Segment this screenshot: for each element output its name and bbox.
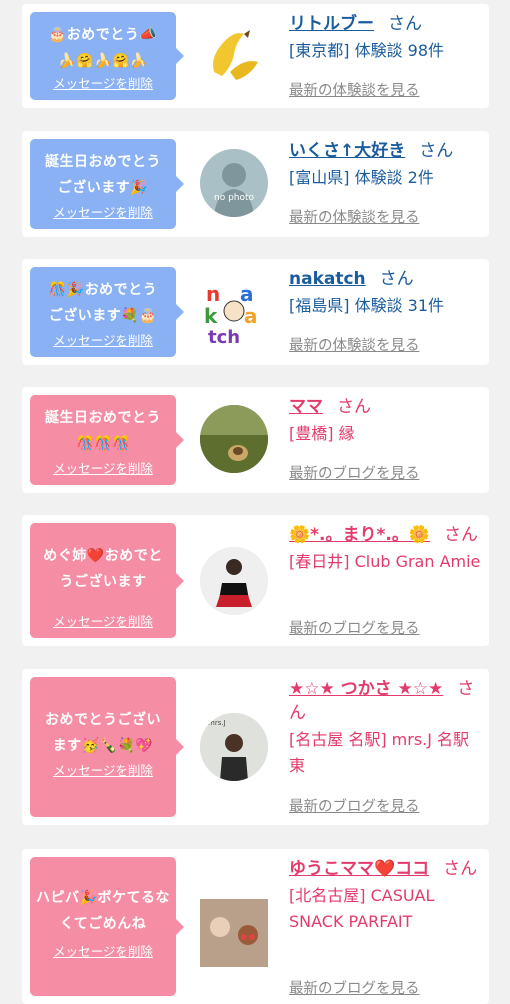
birthday-message: ハピバ🎉ボケてるな くてごめんね <box>36 890 170 932</box>
woman-photo <box>200 547 268 615</box>
grass-photo <box>200 405 268 473</box>
birthday-message: めぐ姉❤️おめでと うございます <box>43 548 163 590</box>
birthday-message: 誕生日おめでとう ございます🎉 <box>45 154 161 196</box>
no-photo-label: no photo <box>214 193 255 203</box>
member-detail: [北名古屋] CASUAL SNACK PARFAIT <box>289 886 435 931</box>
latest-post-link[interactable]: 最新のブログを見る <box>289 795 420 816</box>
honorific: さん <box>444 525 479 545</box>
member-name-link[interactable]: ママ <box>289 397 323 417</box>
latest-post-link[interactable]: 最新のブログを見る <box>289 462 420 483</box>
message-bubble: ハピバ🎉ボケてるな くてごめんね メッセージを削除 <box>30 857 184 996</box>
member-info: nakatch さん [福島県] 体験談 31件 <box>289 267 484 319</box>
member-info: ママ さん [豊橋] 縁 <box>289 395 484 447</box>
message-bubble: おめでとうござい ます🥳🍾💐💖 メッセージを削除 <box>30 677 184 817</box>
member-info: ★☆★ つかさ ★☆★ さん [名古屋 名駅] mrs.J 名駅東 <box>289 677 484 779</box>
member-name-link[interactable]: リトルブー <box>289 14 374 34</box>
member-name-link[interactable]: ゆうこママ❤️ココ <box>289 859 429 879</box>
birthday-message: 誕生日おめでとう 🎊🎊🎊 <box>45 410 161 452</box>
birthday-message: おめでとうござい ます🥳🍾💐💖 <box>45 712 161 754</box>
delete-message-link[interactable]: メッセージを削除 <box>30 202 176 221</box>
delete-message-link[interactable]: メッセージを削除 <box>30 458 176 477</box>
member-name-link[interactable]: nakatch <box>289 269 366 289</box>
nakatch-logo: n a k a tch <box>204 282 258 345</box>
banana-icon <box>213 30 258 80</box>
svg-text:n: n <box>206 282 220 306</box>
no-photo-avatar <box>214 163 254 217</box>
svg-text:a: a <box>240 282 254 306</box>
member-card: 🎂おめでとう📣 🍌🤗🍌🤗🍌 メッセージを削除 リトルブー さん [東京都] 体験談… <box>22 4 489 108</box>
avatar[interactable]: n a k a tch <box>200 277 268 345</box>
honorific: さん <box>388 14 422 34</box>
avatar[interactable] <box>200 547 268 615</box>
latest-post-link[interactable]: 最新の体験談を見る <box>289 79 420 100</box>
member-detail: [春日井] Club Gran Amie <box>289 552 481 571</box>
latest-post-link[interactable]: 最新の体験談を見る <box>289 206 420 227</box>
birthday-message: 🎊🎉おめでとう ございます💐🎂 <box>48 282 158 324</box>
kids-photo <box>200 899 268 967</box>
mrsj-photo: mrs.J <box>200 713 268 781</box>
birthday-message: 🎂おめでとう📣 🍌🤗🍌🤗🍌 <box>48 27 158 69</box>
honorific: さん <box>419 141 454 161</box>
latest-post-link[interactable]: 最新のブログを見る <box>289 617 420 638</box>
delete-message-link[interactable]: メッセージを削除 <box>30 941 176 960</box>
member-info: リトルブー さん [東京都] 体験談 98件 <box>289 12 484 64</box>
avatar[interactable] <box>200 405 268 473</box>
member-name-link[interactable]: 🌼*.。まり*.。🌼 <box>289 525 430 545</box>
avatar[interactable] <box>200 20 268 88</box>
member-info: いくさ↑大好き さん [富山県] 体験談 2件 <box>289 139 484 191</box>
message-bubble: めぐ姉❤️おめでと うございます メッセージを削除 <box>30 523 184 638</box>
svg-text:tch: tch <box>208 327 240 345</box>
member-card: おめでとうござい ます🥳🍾💐💖 メッセージを削除 mrs.J ★☆★ つかさ ★… <box>22 669 489 825</box>
message-bubble: 🎂おめでとう📣 🍌🤗🍌🤗🍌 メッセージを削除 <box>30 12 184 100</box>
member-card: 誕生日おめでとう ございます🎉 メッセージを削除 no photo いくさ↑大好… <box>22 131 489 237</box>
honorific: さん <box>379 269 414 289</box>
member-info: 🌼*.。まり*.。🌼 さん [春日井] Club Gran Amie <box>289 523 484 575</box>
member-info: ゆうこママ❤️ココ さん [北名古屋] CASUAL SNACK PARFAIT <box>289 857 484 935</box>
member-detail: [名古屋 名駅] mrs.J 名駅東 <box>289 730 470 775</box>
avatar[interactable]: no photo <box>200 149 268 217</box>
delete-message-link[interactable]: メッセージを削除 <box>30 73 176 92</box>
honorific: さん <box>443 859 478 879</box>
member-detail: [福島県] 体験談 31件 <box>289 296 445 315</box>
member-card: ハピバ🎉ボケてるな くてごめんね メッセージを削除 ゆうこママ❤️ココ さん [北… <box>22 849 489 1004</box>
svg-text:a: a <box>244 304 258 328</box>
member-detail: [富山県] 体験談 2件 <box>289 168 434 187</box>
delete-message-link[interactable]: メッセージを削除 <box>30 760 176 779</box>
svg-text:k: k <box>204 304 218 328</box>
latest-post-link[interactable]: 最新のブログを見る <box>289 977 420 998</box>
member-card: 誕生日おめでとう 🎊🎊🎊 メッセージを削除 ママ さん [豊橋] 縁 最新のブログ… <box>22 387 489 493</box>
member-detail: [豊橋] 縁 <box>289 424 355 443</box>
member-card: 🎊🎉おめでとう ございます💐🎂 メッセージを削除 n a k a tch nak… <box>22 259 489 365</box>
avatar[interactable] <box>200 899 268 967</box>
message-bubble: 🎊🎉おめでとう ございます💐🎂 メッセージを削除 <box>30 267 184 357</box>
honorific: さん <box>337 397 371 417</box>
latest-post-link[interactable]: 最新の体験談を見る <box>289 334 420 355</box>
member-name-link[interactable]: いくさ↑大好き <box>289 141 405 161</box>
member-name-link[interactable]: ★☆★ つかさ ★☆★ <box>289 679 443 699</box>
member-detail: [東京都] 体験談 98件 <box>289 41 445 60</box>
message-bubble: 誕生日おめでとう ございます🎉 メッセージを削除 <box>30 139 184 229</box>
member-card: めぐ姉❤️おめでと うございます メッセージを削除 🌼*.。まり*.。🌼 さん [… <box>22 515 489 646</box>
avatar[interactable]: mrs.J <box>200 713 268 781</box>
message-bubble: 誕生日おめでとう 🎊🎊🎊 メッセージを削除 <box>30 395 184 485</box>
svg-text:mrs.J: mrs.J <box>208 719 226 727</box>
delete-message-link[interactable]: メッセージを削除 <box>30 330 176 349</box>
delete-message-link[interactable]: メッセージを削除 <box>30 611 176 630</box>
